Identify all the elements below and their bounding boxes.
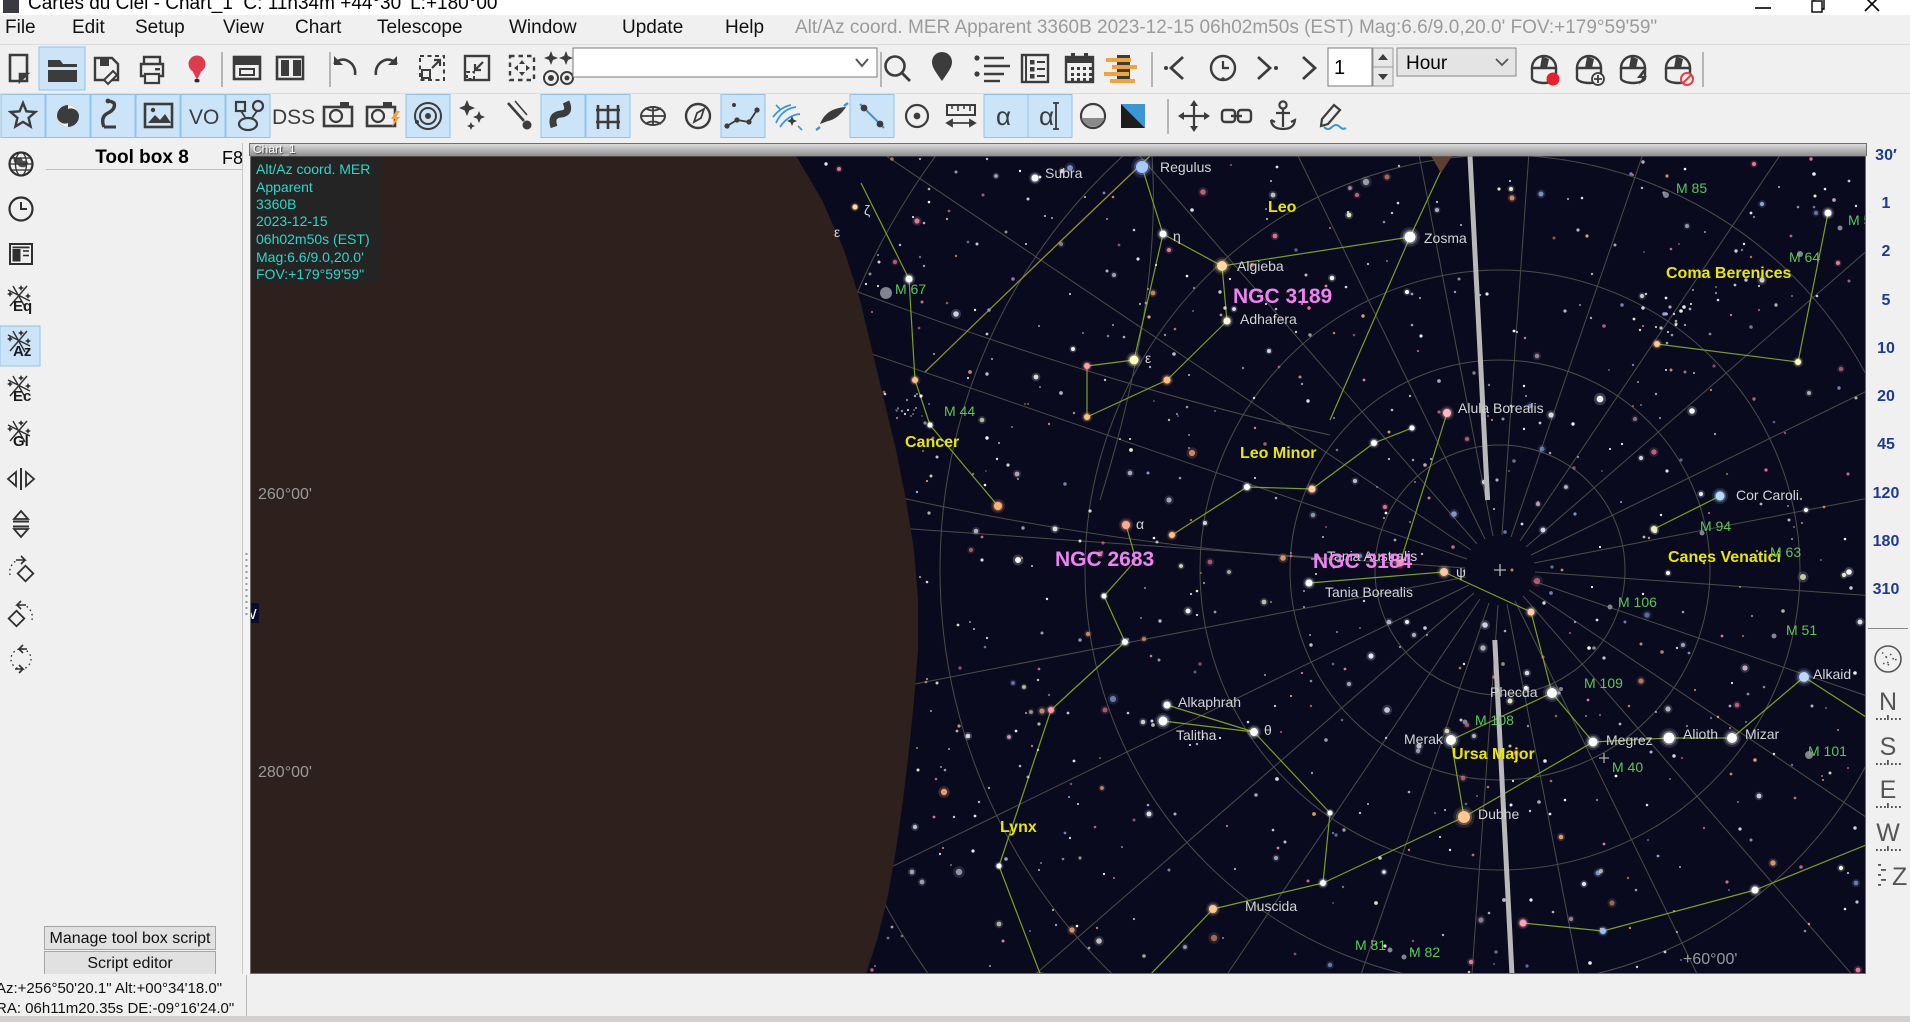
svg-text:NGC 3184: NGC 3184 bbox=[1313, 550, 1413, 573]
svg-text:Alioth: Alioth bbox=[1683, 726, 1718, 742]
svg-text:Alkaid: Alkaid bbox=[1813, 666, 1851, 682]
svg-text:Regulus: Regulus bbox=[1160, 159, 1211, 175]
svg-text:FOV:+179°59'59": FOV:+179°59'59" bbox=[256, 266, 364, 282]
svg-text:M 101: M 101 bbox=[1808, 743, 1847, 759]
svg-text:NGC 3189: NGC 3189 bbox=[1233, 285, 1332, 308]
svg-text:NGC 2683: NGC 2683 bbox=[1055, 548, 1154, 571]
svg-text:VO: VO bbox=[189, 106, 219, 129]
svg-text:Leo Minor: Leo Minor bbox=[1240, 445, 1316, 462]
svg-text:Dubhe: Dubhe bbox=[1478, 806, 1519, 822]
svg-text:E: E bbox=[1880, 776, 1897, 804]
svg-text:Alt/Az coord. MER: Alt/Az coord. MER bbox=[256, 161, 370, 177]
svg-text:Coma Berenices: Coma Berenices bbox=[1666, 265, 1791, 282]
svg-text:DSS: DSS bbox=[272, 106, 315, 129]
svg-text:M 67: M 67 bbox=[895, 281, 926, 297]
svg-text:η: η bbox=[1173, 228, 1181, 244]
svg-text:α: α bbox=[996, 101, 1011, 131]
svg-text:M 109: M 109 bbox=[1584, 675, 1623, 691]
svg-text:ε: ε bbox=[1145, 350, 1151, 366]
svg-text:S: S bbox=[1880, 733, 1897, 761]
svg-text:Az: Az bbox=[13, 343, 31, 360]
svg-text:N: N bbox=[1879, 688, 1897, 716]
svg-text:Hour: Hour bbox=[1406, 53, 1448, 74]
svg-text:Alula Borealis: Alula Borealis bbox=[1458, 400, 1544, 416]
svg-text:3360B: 3360B bbox=[256, 196, 296, 212]
svg-text:+60°00': +60°00' bbox=[1683, 951, 1737, 968]
svg-text:Cancer: Cancer bbox=[905, 434, 959, 451]
svg-text:M 94: M 94 bbox=[1700, 518, 1731, 534]
svg-text:α: α bbox=[1136, 516, 1144, 532]
svg-text:06h02m50s (EST): 06h02m50s (EST) bbox=[256, 231, 370, 247]
svg-text:Gl: Gl bbox=[13, 433, 29, 450]
svg-text:Ursa Major: Ursa Major bbox=[1452, 746, 1535, 763]
svg-text:Apparent: Apparent bbox=[256, 179, 313, 195]
svg-text:M 5: M 5 bbox=[1848, 212, 1866, 228]
svg-text:Cor Caroli: Cor Caroli bbox=[1736, 487, 1799, 503]
svg-text:Muscida: Muscida bbox=[1245, 898, 1297, 914]
svg-text:ζ: ζ bbox=[864, 202, 870, 218]
svg-text:1: 1 bbox=[1334, 57, 1345, 79]
svg-text:M 108: M 108 bbox=[1475, 712, 1514, 728]
svg-text:Talitha: Talitha bbox=[1176, 727, 1217, 743]
svg-text:Subra: Subra bbox=[1045, 165, 1083, 181]
svg-text:Alkaphrah: Alkaphrah bbox=[1178, 694, 1241, 710]
svg-text:W: W bbox=[1876, 819, 1900, 847]
svg-text:Ec: Ec bbox=[13, 388, 31, 405]
svg-text:M 51: M 51 bbox=[1786, 622, 1817, 638]
svg-text:Canes Venatici: Canes Venatici bbox=[1668, 549, 1781, 566]
svg-text:260°00': 260°00' bbox=[258, 486, 312, 503]
svg-text:M 63: M 63 bbox=[1770, 544, 1801, 560]
svg-text:M 64: M 64 bbox=[1789, 249, 1820, 265]
svg-text:Adhafera: Adhafera bbox=[1240, 311, 1297, 327]
svg-text:ψ: ψ bbox=[1456, 564, 1466, 580]
svg-text:Eq: Eq bbox=[13, 298, 32, 315]
svg-text:Megrez: Megrez bbox=[1606, 732, 1653, 748]
svg-text:M 44: M 44 bbox=[944, 403, 975, 419]
svg-text:2023-12-15: 2023-12-15 bbox=[256, 213, 328, 229]
svg-text:M 81: M 81 bbox=[1355, 937, 1386, 953]
svg-text:α: α bbox=[1039, 101, 1054, 131]
svg-text:M 40: M 40 bbox=[1612, 759, 1643, 775]
svg-text:Mizar: Mizar bbox=[1745, 726, 1780, 742]
svg-text:ε: ε bbox=[834, 224, 840, 240]
svg-text:Lynx: Lynx bbox=[1000, 819, 1037, 836]
svg-text:M 106: M 106 bbox=[1618, 594, 1657, 610]
svg-text:Algieba: Algieba bbox=[1237, 258, 1284, 274]
svg-text:Tania Borealis: Tania Borealis bbox=[1325, 584, 1413, 600]
svg-text:M 82: M 82 bbox=[1409, 944, 1440, 960]
svg-text:280°00': 280°00' bbox=[258, 764, 312, 781]
svg-text:Mag:6.6/9.0,20.0': Mag:6.6/9.0,20.0' bbox=[256, 249, 364, 265]
svg-text:W: W bbox=[250, 606, 258, 623]
svg-text:Zosma: Zosma bbox=[1424, 230, 1467, 246]
svg-text:M 85: M 85 bbox=[1676, 180, 1707, 196]
svg-text:Leo: Leo bbox=[1268, 199, 1297, 216]
svg-text:Z: Z bbox=[1892, 863, 1907, 891]
svg-text:Phecda: Phecda bbox=[1490, 684, 1538, 700]
svg-text:Merak: Merak bbox=[1404, 731, 1444, 747]
svg-text:θ: θ bbox=[1264, 722, 1272, 738]
